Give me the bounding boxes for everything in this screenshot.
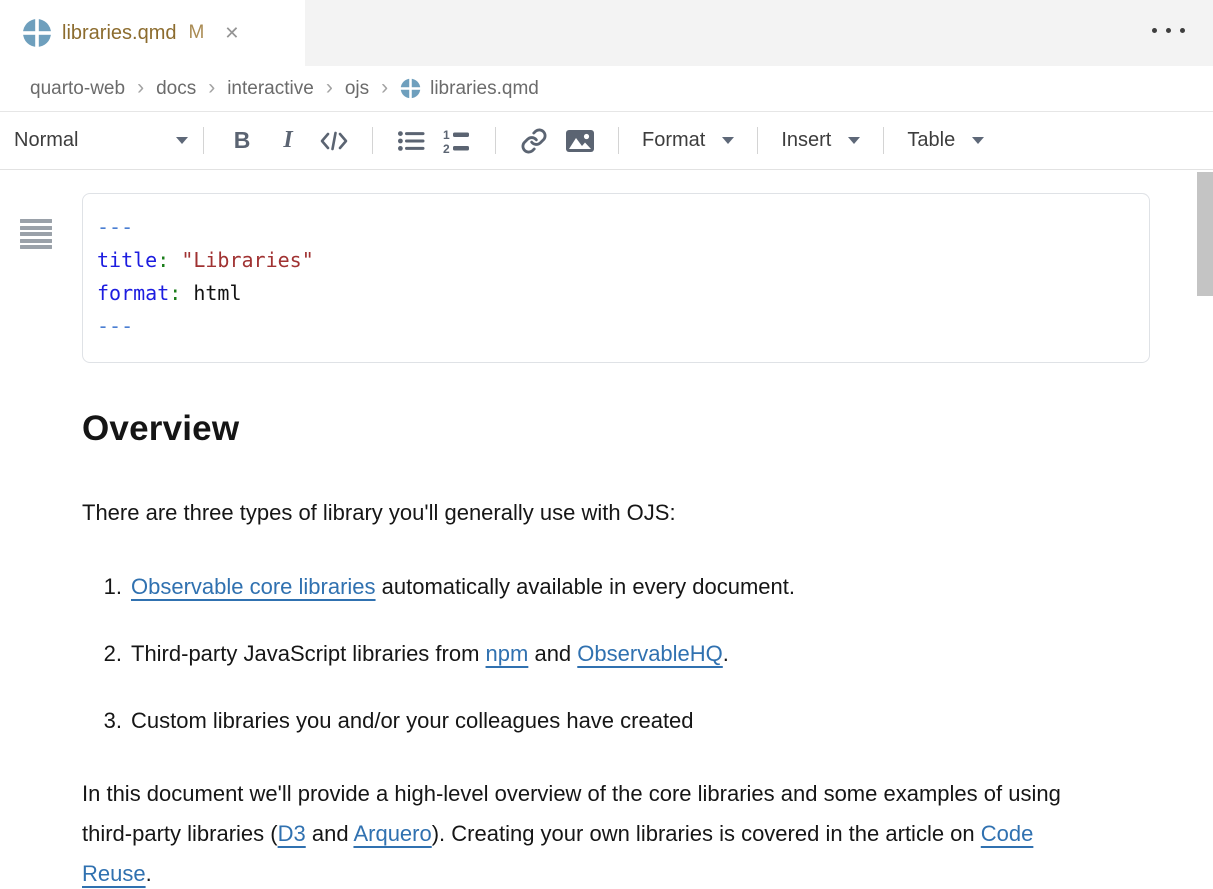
svg-text:2: 2 (443, 142, 450, 154)
dot (1152, 28, 1157, 33)
tab-filename: libraries.qmd (62, 22, 176, 45)
code-button[interactable] (311, 121, 357, 161)
quarto-icon (22, 18, 52, 48)
toolbar-divider (495, 127, 496, 154)
insert-menu-label: Insert (781, 129, 831, 152)
bold-icon: B (234, 127, 251, 154)
text-run: Third-party JavaScript libraries from (131, 641, 486, 666)
link-icon (520, 127, 548, 155)
chevron-right-icon: › (381, 76, 388, 100)
toolbar-divider (618, 127, 619, 154)
caret-down-icon (722, 137, 734, 144)
toolbar-divider (203, 127, 204, 154)
style-select-value: Normal (14, 129, 78, 152)
list-item-text: Custom libraries you and/or your colleag… (131, 707, 694, 735)
text-run: automatically available in every documen… (376, 574, 795, 599)
code-icon (319, 129, 349, 153)
doc-link[interactable]: Observable core libraries (131, 574, 376, 599)
bar (20, 226, 52, 230)
tab-bar: libraries.qmd M ✕ (0, 0, 1213, 66)
yaml-title-line: title: "Libraries" (97, 244, 1135, 277)
closing-paragraph: In this document we'll provide a high-le… (82, 774, 1097, 889)
yaml-format-line: format: html (97, 277, 1135, 310)
breadcrumb-filename: libraries.qmd (430, 78, 539, 100)
formatting-toolbar: Normal B I 1 2 (0, 112, 1213, 170)
doc-link[interactable]: D3 (278, 821, 306, 846)
breadcrumb: quarto-web › docs › interactive › ojs › … (0, 66, 1213, 112)
bar (20, 219, 52, 223)
list-item: 3. Custom libraries you and/or your coll… (82, 707, 1213, 735)
text-run: and (528, 641, 577, 666)
paragraph-style-select[interactable]: Normal (14, 129, 188, 152)
insert-menu-button[interactable]: Insert (773, 129, 868, 152)
chevron-right-icon: › (137, 76, 144, 100)
list-item-text: Observable core libraries automatically … (131, 573, 795, 601)
bullet-list-button[interactable] (388, 121, 434, 161)
bullet-list-icon (397, 129, 425, 153)
toolbar-divider (883, 127, 884, 154)
list-marker: 2. (82, 640, 122, 668)
bar (20, 239, 52, 243)
numbered-list-icon: 1 2 (442, 128, 472, 154)
text-run: . (146, 861, 152, 886)
numbered-list: 1. Observable core libraries automatical… (82, 573, 1213, 735)
table-menu-button[interactable]: Table (899, 129, 992, 152)
intro-paragraph: There are three types of library you'll … (82, 493, 1097, 533)
caret-down-icon (176, 137, 188, 144)
format-menu-button[interactable]: Format (634, 129, 742, 152)
bold-button[interactable]: B (219, 121, 265, 161)
list-marker: 1. (82, 573, 122, 601)
breadcrumb-item-quarto-web[interactable]: quarto-web (30, 78, 125, 100)
section-heading-overview: Overview (82, 409, 1213, 449)
chevron-right-icon: › (326, 76, 333, 100)
breadcrumb-item-interactive[interactable]: interactive (227, 78, 314, 100)
quarto-icon (400, 78, 421, 99)
chevron-right-icon: › (208, 76, 215, 100)
image-button[interactable] (557, 121, 603, 161)
more-actions-icon[interactable] (1152, 28, 1185, 33)
bar (20, 232, 52, 236)
list-item: 2. Third-party JavaScript libraries from… (82, 640, 1213, 668)
bar (20, 245, 52, 249)
doc-link[interactable]: ObservableHQ (577, 641, 723, 666)
text-run: . (723, 641, 729, 666)
close-tab-icon[interactable]: ✕ (224, 24, 239, 42)
text-run: Custom libraries you and/or your colleag… (131, 708, 694, 733)
yaml-block-drag-handle-icon[interactable] (20, 219, 52, 252)
list-item-text: Third-party JavaScript libraries from np… (131, 640, 729, 668)
text-run: ). Creating your own libraries is covere… (432, 821, 981, 846)
yaml-delimiter-line: --- (97, 211, 1135, 244)
table-menu-label: Table (907, 129, 955, 152)
toolbar-divider (372, 127, 373, 154)
caret-down-icon (848, 137, 860, 144)
link-button[interactable] (511, 121, 557, 161)
svg-text:1: 1 (443, 128, 450, 142)
editor-canvas[interactable]: --- title: "Libraries" format: html --- … (0, 193, 1213, 889)
numbered-list-button[interactable]: 1 2 (434, 121, 480, 161)
git-modified-badge: M (188, 22, 204, 44)
list-item: 1. Observable core libraries automatical… (82, 573, 1213, 601)
editor-tab-libraries[interactable]: libraries.qmd M ✕ (0, 0, 305, 66)
caret-down-icon (972, 137, 984, 144)
scrollbar-thumb[interactable] (1197, 172, 1213, 296)
list-marker: 3. (82, 707, 122, 735)
breadcrumb-item-ojs[interactable]: ojs (345, 78, 369, 100)
toolbar-divider (757, 127, 758, 154)
format-menu-label: Format (642, 129, 705, 152)
breadcrumb-item-docs[interactable]: docs (156, 78, 196, 100)
dot (1180, 28, 1185, 33)
doc-link[interactable]: Arquero (353, 821, 431, 846)
italic-button[interactable]: I (265, 121, 311, 161)
text-run: and (306, 821, 354, 846)
image-icon (565, 128, 595, 154)
italic-icon: I (283, 127, 292, 154)
yaml-delimiter-line: --- (97, 310, 1135, 343)
yaml-metadata-block[interactable]: --- title: "Libraries" format: html --- (82, 193, 1150, 363)
dot (1166, 28, 1171, 33)
doc-link[interactable]: npm (486, 641, 529, 666)
breadcrumb-item-file[interactable]: libraries.qmd (400, 78, 539, 100)
